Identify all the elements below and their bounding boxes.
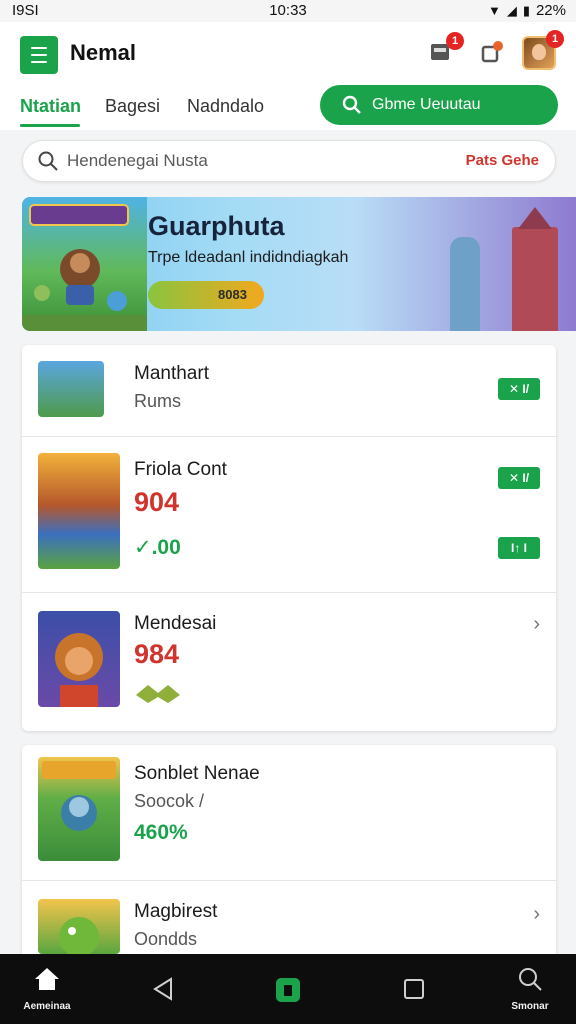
menu-button[interactable] — [20, 36, 58, 74]
game-score: 984 — [134, 639, 180, 669]
inbox-button[interactable]: 1 — [428, 32, 464, 66]
active-tab-indicator — [20, 124, 80, 127]
game-title: Manthart — [134, 363, 209, 384]
featured-banner[interactable]: Guarphuta Trpe ldeadanl indidndiagkah 80… — [22, 197, 576, 331]
game-stat: 460% — [134, 821, 188, 844]
nav-search-label: Smonar — [511, 1001, 549, 1012]
nav-search[interactable]: Smonar — [504, 966, 556, 1012]
search-action[interactable]: Pats Gehe — [466, 152, 539, 169]
back-icon — [153, 977, 172, 1001]
game-action-button[interactable]: Gbme Ueuutau — [320, 85, 558, 125]
game-chip[interactable]: ✕ I/ — [498, 467, 540, 489]
banner-title: Guarphuta — [148, 211, 285, 241]
banner-artwork — [22, 197, 147, 331]
nav-recents[interactable] — [402, 978, 426, 1005]
game-thumbnail — [38, 611, 120, 707]
game-stat: ✓.00 — [134, 536, 181, 559]
tab-bar: Ntatian Bagesi Nadndalo Gbme Ueuutau — [0, 84, 576, 130]
banner-pill[interactable]: 8083 — [148, 281, 264, 309]
search-icon — [342, 95, 361, 114]
battery-level: 22% — [535, 2, 566, 19]
chevron-right-icon[interactable]: › — [533, 613, 540, 636]
banner-castle — [512, 207, 558, 331]
search-icon — [38, 151, 58, 171]
nav-center[interactable] — [274, 976, 302, 1009]
game-subtitle: Rums — [134, 391, 182, 411]
list-item[interactable]: Magbirest Oondds › — [22, 881, 556, 954]
game-title: Friola Cont — [134, 459, 227, 480]
banner-subtitle: Trpe ldeadanl indidndiagkah — [148, 249, 349, 266]
game-title: Sonblet Nenae — [134, 763, 260, 784]
notification-badge: 1 — [446, 32, 464, 50]
list-item[interactable]: Friola Cont 904 ✓.00 ✕ I/ I↑ I — [22, 437, 556, 593]
tab-nadndalo[interactable]: Nadndalo — [187, 96, 264, 117]
game-subtitle: Oondds — [134, 929, 198, 949]
game-title: Mendesai — [134, 613, 217, 634]
nav-home-label: Aemeinaa — [23, 1001, 71, 1012]
share-icon — [481, 41, 503, 63]
chevron-right-icon[interactable]: › — [533, 903, 540, 926]
nav-back[interactable] — [150, 976, 176, 1007]
list-item[interactable]: Sonblet Nenae Soocok / 460% — [22, 745, 556, 881]
signal-icon: ◢ — [506, 2, 517, 18]
wifi-icon: ▼ — [487, 3, 501, 18]
home-icon — [35, 968, 59, 990]
battery-icon: ▮ — [522, 2, 530, 18]
game-subtitle: Soocok / — [134, 791, 205, 811]
recents-icon — [404, 979, 424, 999]
profile-badge: 1 — [546, 30, 564, 48]
list-item[interactable]: Mendesai 984 › — [22, 593, 556, 731]
search-bar[interactable]: Hendenegai Nusta Pats Gehe — [22, 140, 556, 182]
bottom-navigation: Aemeinaa Smonar — [0, 954, 576, 1024]
game-action-label: Gbme Ueuutau — [372, 96, 481, 113]
profile-avatar[interactable]: 1 — [522, 30, 564, 70]
banner-pill-value: 8083 — [218, 287, 247, 302]
list-item[interactable]: Manthart Rums ✕ I/ — [22, 345, 556, 437]
search-placeholder: Hendenegai Nusta — [67, 151, 208, 170]
game-thumbnail — [38, 361, 104, 417]
banner-tower — [450, 237, 480, 331]
center-app-icon — [276, 978, 300, 1002]
game-thumbnail — [38, 453, 120, 569]
status-icons: ▼ ◢ ▮ 22% — [488, 2, 566, 19]
app-bar: Nemal 1 1 — [0, 22, 576, 84]
tab-ntatian[interactable]: Ntatian — [20, 96, 81, 117]
nav-home[interactable]: Aemeinaa — [20, 966, 74, 1012]
game-chip[interactable]: ✕ I/ — [498, 378, 540, 400]
search-icon — [519, 968, 542, 991]
game-title: Magbirest — [134, 901, 218, 922]
game-score: 904 — [134, 487, 180, 517]
game-chip-secondary[interactable]: I↑ I — [498, 537, 540, 559]
app-title: Nemal — [70, 40, 137, 65]
share-button[interactable] — [480, 40, 506, 66]
tab-bagesi[interactable]: Bagesi — [105, 96, 160, 117]
game-thumbnail — [38, 757, 120, 861]
game-thumbnail — [38, 899, 120, 954]
status-bar: I9SI 10:33 ▼ ◢ ▮ 22% — [0, 0, 576, 22]
wing-icon — [136, 685, 180, 703]
game-list-card: Sonblet Nenae Soocok / 460% Magbirest Oo… — [22, 745, 556, 954]
game-list-card: Manthart Rums ✕ I/ Friola Cont 904 ✓.00 … — [22, 345, 556, 731]
